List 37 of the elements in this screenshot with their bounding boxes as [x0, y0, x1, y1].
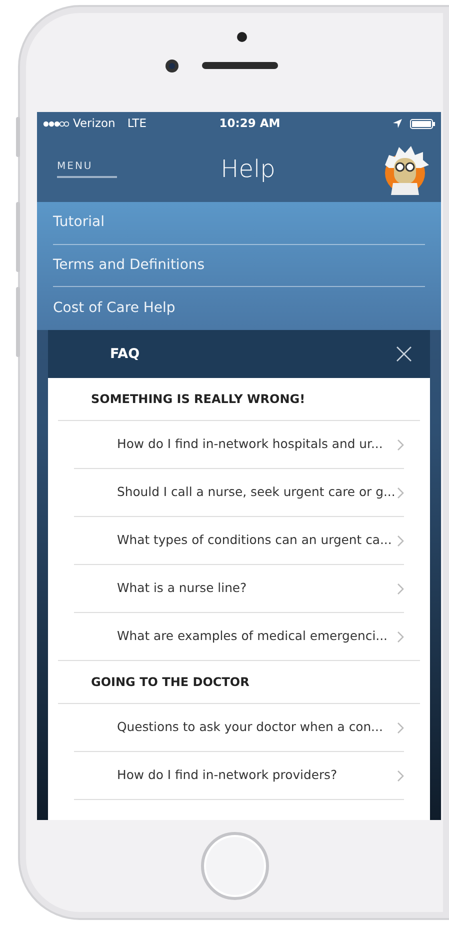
- question-text: What is a nurse line?: [117, 579, 247, 598]
- question-text: How do I find in-network providers?: [117, 766, 338, 784]
- question-row[interactable]: How do I find in-network providers?: [74, 752, 404, 800]
- location-arrow-icon: [393, 119, 402, 128]
- camera-icon: [165, 59, 179, 73]
- network-type: LTE: [127, 114, 146, 132]
- sensor-icon: [237, 32, 247, 42]
- question-text: Should I call a nurse, seek urgent care or g...: [117, 483, 396, 502]
- chevron-right-icon: [397, 722, 404, 734]
- chevron-right-icon: [397, 630, 404, 643]
- signal-icon: [43, 120, 69, 126]
- section-heading: GOING TO THE DOCTOR: [91, 674, 250, 692]
- menu-item[interactable]: Cost of Care Help: [53, 287, 425, 330]
- question-text: Questions to ask your doctor when a con...: [117, 718, 383, 736]
- section-heading: SOMETHING IS REALLY WRONG!: [91, 391, 306, 408]
- faq-title: FAQ: [110, 344, 140, 364]
- question-row[interactable]: What are examples of medical emergenci...: [58, 613, 420, 662]
- status-time: 10:29 AM: [219, 114, 280, 132]
- question-row[interactable]: Should I call a nurse, seek urgent care or g...: [74, 469, 404, 518]
- menu-button[interactable]: MENU: [57, 159, 117, 178]
- question-text: What are examples of medical emergenci...: [117, 627, 388, 646]
- carrier-name: Verizon: [73, 114, 116, 132]
- chevron-right-icon: [397, 534, 404, 547]
- question-text: How do I find in-network hospitals and ur...: [117, 435, 383, 454]
- page-title: Help: [220, 154, 276, 184]
- chevron-right-icon: [397, 438, 404, 451]
- speaker-icon: [202, 62, 278, 69]
- chevron-right-icon: [397, 770, 404, 782]
- question-row[interactable]: What types of conditions can an urgent ca...: [74, 517, 404, 566]
- question-row[interactable]: What is a nurse line?: [74, 565, 404, 614]
- question-row[interactable]: Questions to ask your doctor when a con...: [74, 704, 404, 752]
- close-icon[interactable]: [396, 346, 412, 362]
- battery-icon: [410, 118, 435, 128]
- chevron-right-icon: [397, 582, 404, 595]
- question-row[interactable]: How do I find in-network hospitals and ur...: [74, 421, 404, 470]
- question-text: What types of conditions can an urgent ca...: [117, 531, 392, 550]
- chevron-right-icon: [397, 486, 404, 499]
